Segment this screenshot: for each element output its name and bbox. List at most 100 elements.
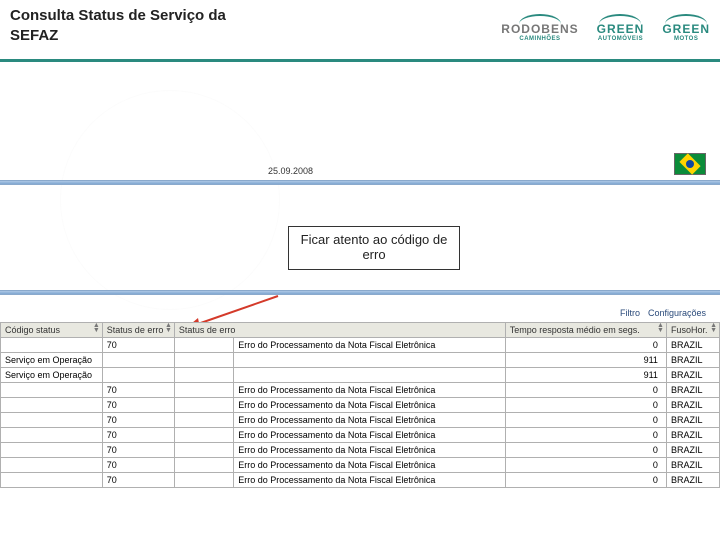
logo-group: RODOBENSCAMINHÕESGREENAUTOMÓVEISGREENMOT…	[501, 14, 710, 42]
table-row[interactable]: 70 Erro do Processamento da Nota Fiscal E…	[1, 443, 720, 458]
header: Consulta Status de Serviço da SEFAZ RODO…	[0, 0, 720, 62]
cell-codigo-status	[1, 443, 103, 458]
cell-codigo-status: Serviço em Operação	[1, 368, 103, 383]
cell-tempo: 0	[505, 398, 666, 413]
cell-status-erro: 70	[102, 473, 174, 488]
cell-status-erro: 70	[102, 398, 174, 413]
cell-status-erro: 70	[102, 443, 174, 458]
col-fuso[interactable]: FusoHor.▲▼	[666, 323, 719, 338]
cell-spacer	[174, 368, 233, 383]
cell-fuso: BRAZIL	[666, 383, 719, 398]
brand-logo: RODOBENSCAMINHÕES	[501, 14, 578, 42]
cell-codigo-status	[1, 473, 103, 488]
sort-icon[interactable]: ▲▼	[93, 324, 100, 334]
cell-erro-desc	[234, 353, 505, 368]
cell-spacer	[174, 473, 233, 488]
filter-link[interactable]: Filtro	[620, 308, 640, 318]
cell-fuso: BRAZIL	[666, 353, 719, 368]
brand-name: GREEN	[662, 22, 710, 36]
cell-tempo: 0	[505, 473, 666, 488]
cell-erro-desc: Erro do Processamento da Nota Fiscal Ele…	[234, 398, 505, 413]
cell-erro-desc: Erro do Processamento da Nota Fiscal Ele…	[234, 383, 505, 398]
sort-icon[interactable]: ▲▼	[165, 324, 172, 334]
cell-status-erro: 70	[102, 383, 174, 398]
table-row[interactable]: 70Erro do Processamento da Nota Fiscal E…	[1, 428, 720, 443]
cell-codigo-status	[1, 383, 103, 398]
cell-codigo-status: Serviço em Operação	[1, 353, 103, 368]
cell-erro-desc: Erro do Processamento da Nota Fiscal Ele…	[234, 338, 505, 353]
brand-sub: CAMINHÕES	[519, 36, 560, 42]
separator-bar	[0, 180, 720, 185]
cell-fuso: BRAZIL	[666, 458, 719, 473]
cell-codigo-status	[1, 338, 103, 353]
cell-tempo: 911	[505, 368, 666, 383]
cell-codigo-status	[1, 413, 103, 428]
cell-status-erro	[102, 368, 174, 383]
table-row[interactable]: 70 Erro do Processamento da Nota Fiscal E…	[1, 413, 720, 428]
table-row[interactable]: 70 Erro do Processamento da Nota Fiscal E…	[1, 473, 720, 488]
cell-fuso: BRAZIL	[666, 428, 719, 443]
cell-status-erro: 70	[102, 458, 174, 473]
cell-erro-desc: Erro do Processamento da Nota Fiscal Ele…	[234, 458, 505, 473]
brand-sub: AUTOMÓVEIS	[598, 36, 643, 42]
date-label: 25.09.2008	[268, 166, 313, 176]
cell-erro-desc: Erro do Processamento da Nota Fiscal Ele…	[234, 473, 505, 488]
brand-logo: GREENMOTOS	[662, 14, 710, 42]
cell-erro-desc: Erro do Processamento da Nota Fiscal Ele…	[234, 443, 505, 458]
cell-codigo-status	[1, 398, 103, 413]
table-row[interactable]: 70 Erro do Processamento da Nota Fiscal E…	[1, 458, 720, 473]
table-header-row: Código status▲▼ Status de erro▲▼ Status …	[1, 323, 720, 338]
cell-fuso: BRAZIL	[666, 398, 719, 413]
cell-status-erro: 70	[102, 428, 174, 443]
decorative-watermark	[60, 90, 280, 310]
cell-tempo: 0	[505, 458, 666, 473]
cell-spacer	[174, 398, 233, 413]
sort-icon[interactable]: ▲▼	[657, 324, 664, 334]
cell-fuso: BRAZIL	[666, 443, 719, 458]
cell-tempo: 0	[505, 338, 666, 353]
cell-spacer	[174, 413, 233, 428]
col-tempo[interactable]: Tempo resposta médio em segs.▲▼	[505, 323, 666, 338]
callout-box: Ficar atento ao código de erro	[288, 226, 460, 270]
col-status-erro-desc[interactable]: Status de erro	[174, 323, 505, 338]
table-toolbar: Filtro Configurações	[620, 308, 706, 318]
cell-fuso: BRAZIL	[666, 368, 719, 383]
brand-name: RODOBENS	[501, 22, 578, 36]
cell-fuso: BRAZIL	[666, 338, 719, 353]
cell-fuso: BRAZIL	[666, 473, 719, 488]
cell-fuso: BRAZIL	[666, 413, 719, 428]
cell-spacer	[174, 458, 233, 473]
config-link[interactable]: Configurações	[648, 308, 706, 318]
cell-tempo: 911	[505, 353, 666, 368]
cell-erro-desc	[234, 368, 505, 383]
cell-status-erro	[102, 353, 174, 368]
brand-logo: GREENAUTOMÓVEIS	[597, 14, 645, 42]
cell-erro-desc: Erro do Processamento da Nota Fiscal Ele…	[234, 413, 505, 428]
status-table: Código status▲▼ Status de erro▲▼ Status …	[0, 322, 720, 488]
cell-tempo: 0	[505, 428, 666, 443]
status-table-wrap: Código status▲▼ Status de erro▲▼ Status …	[0, 322, 720, 540]
cell-status-erro: 70	[102, 338, 174, 353]
cell-spacer	[174, 353, 233, 368]
col-status-erro[interactable]: Status de erro▲▼	[102, 323, 174, 338]
cell-spacer	[174, 338, 233, 353]
cell-spacer	[174, 428, 233, 443]
col-codigo-status[interactable]: Código status▲▼	[1, 323, 103, 338]
brazil-flag-icon	[674, 153, 706, 175]
separator-bar	[0, 290, 720, 295]
cell-codigo-status	[1, 458, 103, 473]
sort-icon[interactable]: ▲▼	[710, 324, 717, 334]
table-row[interactable]: 70 Erro do Processamento da Nota Fiscal E…	[1, 338, 720, 353]
cell-codigo-status	[1, 428, 103, 443]
table-row[interactable]: Serviço em Operação 911BRAZIL	[1, 353, 720, 368]
table-row[interactable]: 70 Erro do Processamento da Nota Fiscal E…	[1, 383, 720, 398]
brand-name: GREEN	[597, 22, 645, 36]
cell-spacer	[174, 383, 233, 398]
table-row[interactable]: Serviço em Operação 911BRAZIL	[1, 368, 720, 383]
cell-tempo: 0	[505, 443, 666, 458]
cell-tempo: 0	[505, 383, 666, 398]
cell-spacer	[174, 443, 233, 458]
cell-tempo: 0	[505, 413, 666, 428]
cell-status-erro: 70	[102, 413, 174, 428]
table-row[interactable]: 70 Erro do Processamento da Nota Fiscal E…	[1, 398, 720, 413]
